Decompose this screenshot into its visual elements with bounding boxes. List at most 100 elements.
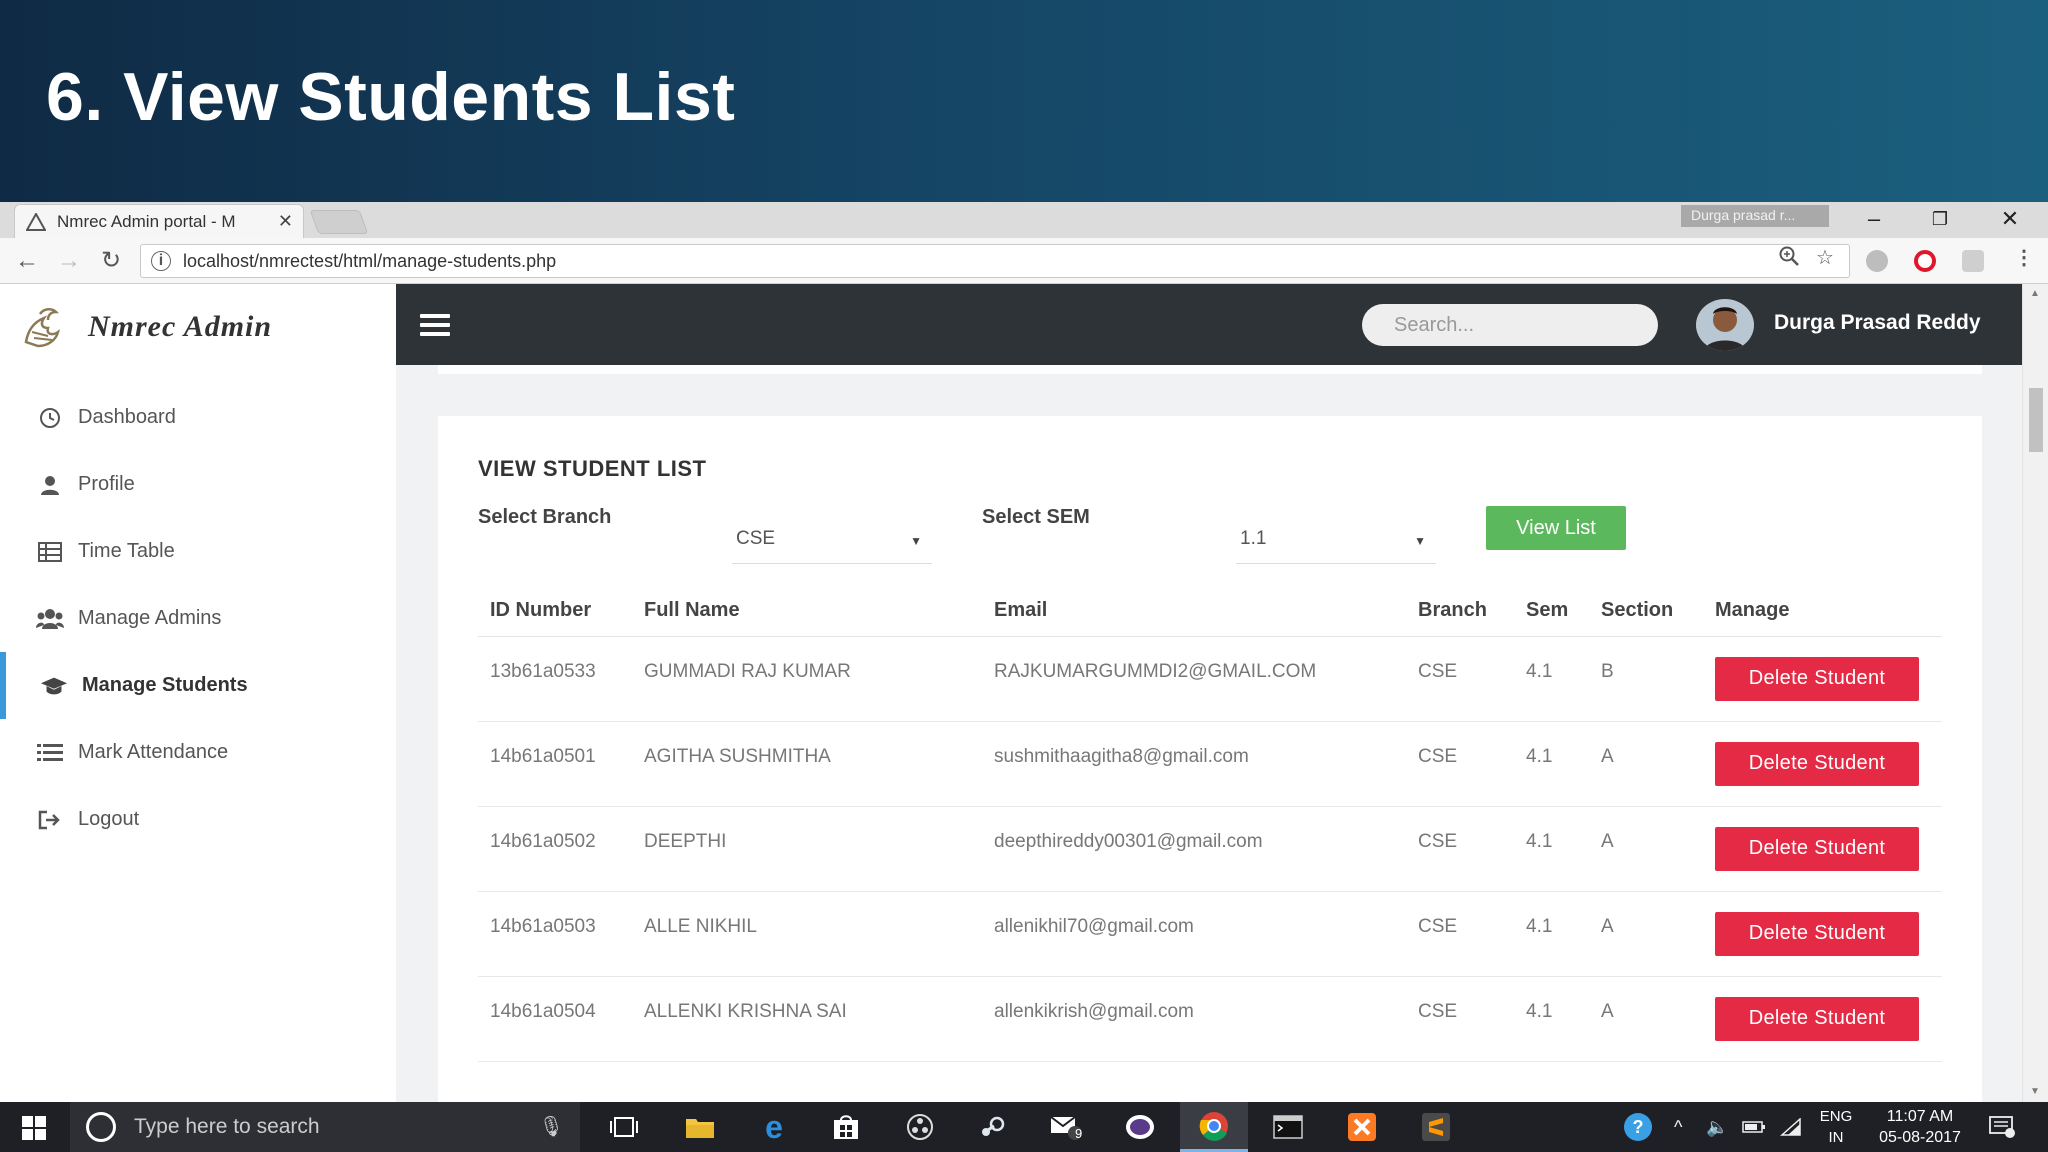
- obs-icon[interactable]: [886, 1102, 954, 1152]
- search-input[interactable]: [1394, 313, 1659, 337]
- close-window-icon[interactable]: ✕: [1990, 204, 2030, 234]
- column-header: Email: [982, 586, 1406, 637]
- branch-select[interactable]: CSE ▼: [732, 520, 932, 564]
- browser-profile-chip[interactable]: Durga prasad r...: [1681, 205, 1829, 227]
- scroll-up-icon[interactable]: ▲: [2030, 288, 2040, 299]
- delete-student-button[interactable]: Delete Student: [1715, 911, 1919, 956]
- battery-icon[interactable]: [1742, 1102, 1766, 1152]
- browser-tab[interactable]: Nmrec Admin portal - M ✕: [14, 204, 304, 238]
- user-name[interactable]: Durga Prasad Reddy: [1774, 311, 1981, 335]
- sublime-text-icon[interactable]: [1402, 1102, 1470, 1152]
- cell-section: A: [1589, 976, 1703, 1062]
- xampp-icon[interactable]: [1328, 1102, 1396, 1152]
- chrome-icon[interactable]: [1180, 1102, 1248, 1152]
- store-icon[interactable]: [812, 1102, 880, 1152]
- wifi-icon[interactable]: [1780, 1102, 1802, 1152]
- taskbar-clock[interactable]: 11:07 AM 05-08-2017: [1872, 1106, 1968, 1148]
- scroll-down-icon[interactable]: ▼: [2030, 1086, 2040, 1097]
- warning-triangle-icon: [25, 211, 47, 233]
- volume-icon[interactable]: 🔈: [1706, 1102, 1728, 1152]
- sem-select[interactable]: 1.1 ▼: [1236, 520, 1436, 564]
- close-tab-icon[interactable]: ✕: [278, 211, 293, 232]
- bookmark-star-icon[interactable]: ☆: [1816, 245, 1834, 270]
- cell-email: deepthireddy00301@gmail.com: [982, 806, 1406, 892]
- scroll-thumb[interactable]: [2029, 388, 2043, 452]
- view-list-button[interactable]: View List: [1486, 506, 1626, 550]
- info-icon[interactable]: i: [151, 251, 171, 271]
- new-tab-button[interactable]: [309, 210, 369, 234]
- forward-arrow-icon[interactable]: →: [54, 246, 84, 276]
- steam-icon[interactable]: [958, 1102, 1026, 1152]
- back-arrow-icon[interactable]: ←: [12, 246, 42, 276]
- extension-icon[interactable]: [1866, 250, 1888, 272]
- caret-down-icon: ▼: [910, 534, 922, 548]
- clock-icon: [36, 406, 64, 430]
- branch-label: Select Branch: [478, 506, 612, 528]
- restore-icon[interactable]: ❐: [1920, 204, 1960, 234]
- content-top-strip: [438, 365, 1982, 374]
- edge-browser-icon[interactable]: e: [740, 1102, 808, 1152]
- delete-student-button[interactable]: Delete Student: [1715, 996, 1919, 1041]
- sidebar-item-label: Mark Attendance: [78, 741, 229, 763]
- task-view-icon[interactable]: [590, 1102, 658, 1152]
- top-navbar: Durga Prasad Reddy: [396, 284, 2022, 365]
- cell-name: DEEPTHI: [632, 806, 982, 892]
- user-avatar[interactable]: [1696, 299, 1754, 351]
- cell-id: 14b61a0502: [478, 806, 632, 892]
- sidebar-item-time-table[interactable]: Time Table: [0, 518, 396, 585]
- clock-date: 05-08-2017: [1879, 1129, 1961, 1146]
- table-icon: [36, 540, 64, 564]
- students-table: ID Number Full Name Email Branch Sem Sec…: [478, 586, 1942, 1062]
- sidebar-item-mark-attendance[interactable]: Mark Attendance: [0, 719, 396, 786]
- user-icon: [36, 473, 64, 497]
- brand[interactable]: Nmrec Admin: [18, 302, 272, 352]
- taskbar-search[interactable]: Type here to search 🎙: [70, 1102, 580, 1152]
- column-header: Full Name: [632, 586, 982, 637]
- input-language-indicator[interactable]: ENG IN: [1812, 1106, 1860, 1148]
- cell-branch: CSE: [1406, 721, 1514, 807]
- sidebar-item-dashboard[interactable]: Dashboard: [0, 384, 396, 451]
- microphone-icon[interactable]: 🎙: [539, 1114, 564, 1139]
- sidebar-item-manage-admins[interactable]: Manage Admins: [0, 585, 396, 652]
- page-scrollbar[interactable]: ▲ ▼: [2022, 284, 2048, 1102]
- delete-student-button[interactable]: Delete Student: [1715, 826, 1919, 871]
- shield-extension-icon[interactable]: [1962, 250, 1984, 272]
- sidebar-item-logout[interactable]: Logout: [0, 786, 396, 853]
- cell-manage: Delete Student: [1703, 891, 1942, 977]
- delete-student-button[interactable]: Delete Student: [1715, 741, 1919, 786]
- minimize-icon[interactable]: –: [1854, 204, 1894, 234]
- app-purple-icon[interactable]: [1106, 1102, 1174, 1152]
- hamburger-menu-icon[interactable]: [420, 314, 450, 336]
- cell-id: 14b61a0501: [478, 721, 632, 807]
- cell-manage: Delete Student: [1703, 636, 1942, 722]
- cell-id: 14b61a0504: [478, 976, 632, 1062]
- url-field[interactable]: i localhost/nmrectest/html/manage-studen…: [140, 244, 1850, 278]
- browser-menu-icon[interactable]: ⋮: [2014, 245, 2034, 270]
- notifications-icon[interactable]: [1988, 1102, 2016, 1152]
- graduation-cap-icon: [40, 674, 68, 698]
- opera-icon[interactable]: [1914, 250, 1936, 272]
- list-icon: [36, 741, 64, 765]
- sidebar-item-manage-students[interactable]: Manage Students: [0, 652, 396, 719]
- cell-manage: Delete Student: [1703, 976, 1942, 1062]
- tray-chevron-up-icon[interactable]: ^: [1674, 1102, 1682, 1152]
- help-icon[interactable]: ?: [1622, 1102, 1654, 1152]
- branch-select-value: CSE: [736, 528, 776, 549]
- cell-email: sushmithaagitha8@gmail.com: [982, 721, 1406, 807]
- tab-bar: Nmrec Admin portal - M ✕ Durga prasad r.…: [0, 202, 2048, 238]
- cell-sem: 4.1: [1514, 976, 1589, 1062]
- mail-icon[interactable]: 9: [1032, 1102, 1100, 1152]
- file-explorer-icon[interactable]: [666, 1102, 734, 1152]
- reload-icon[interactable]: ↻: [96, 246, 126, 276]
- browser-window: Nmrec Admin portal - M ✕ Durga prasad r.…: [0, 202, 2048, 1102]
- cell-section: A: [1589, 806, 1703, 892]
- delete-student-button[interactable]: Delete Student: [1715, 656, 1919, 701]
- terminal-icon[interactable]: [1254, 1102, 1322, 1152]
- zoom-icon[interactable]: [1778, 245, 1800, 273]
- slide-title: 6. View Students List: [46, 59, 736, 135]
- windows-start-icon[interactable]: [22, 1116, 46, 1140]
- search-icon[interactable]: [1659, 312, 1681, 339]
- sidebar-item-label: Logout: [78, 808, 140, 830]
- sidebar-item-profile[interactable]: Profile: [0, 451, 396, 518]
- search-box: [1362, 304, 1681, 346]
